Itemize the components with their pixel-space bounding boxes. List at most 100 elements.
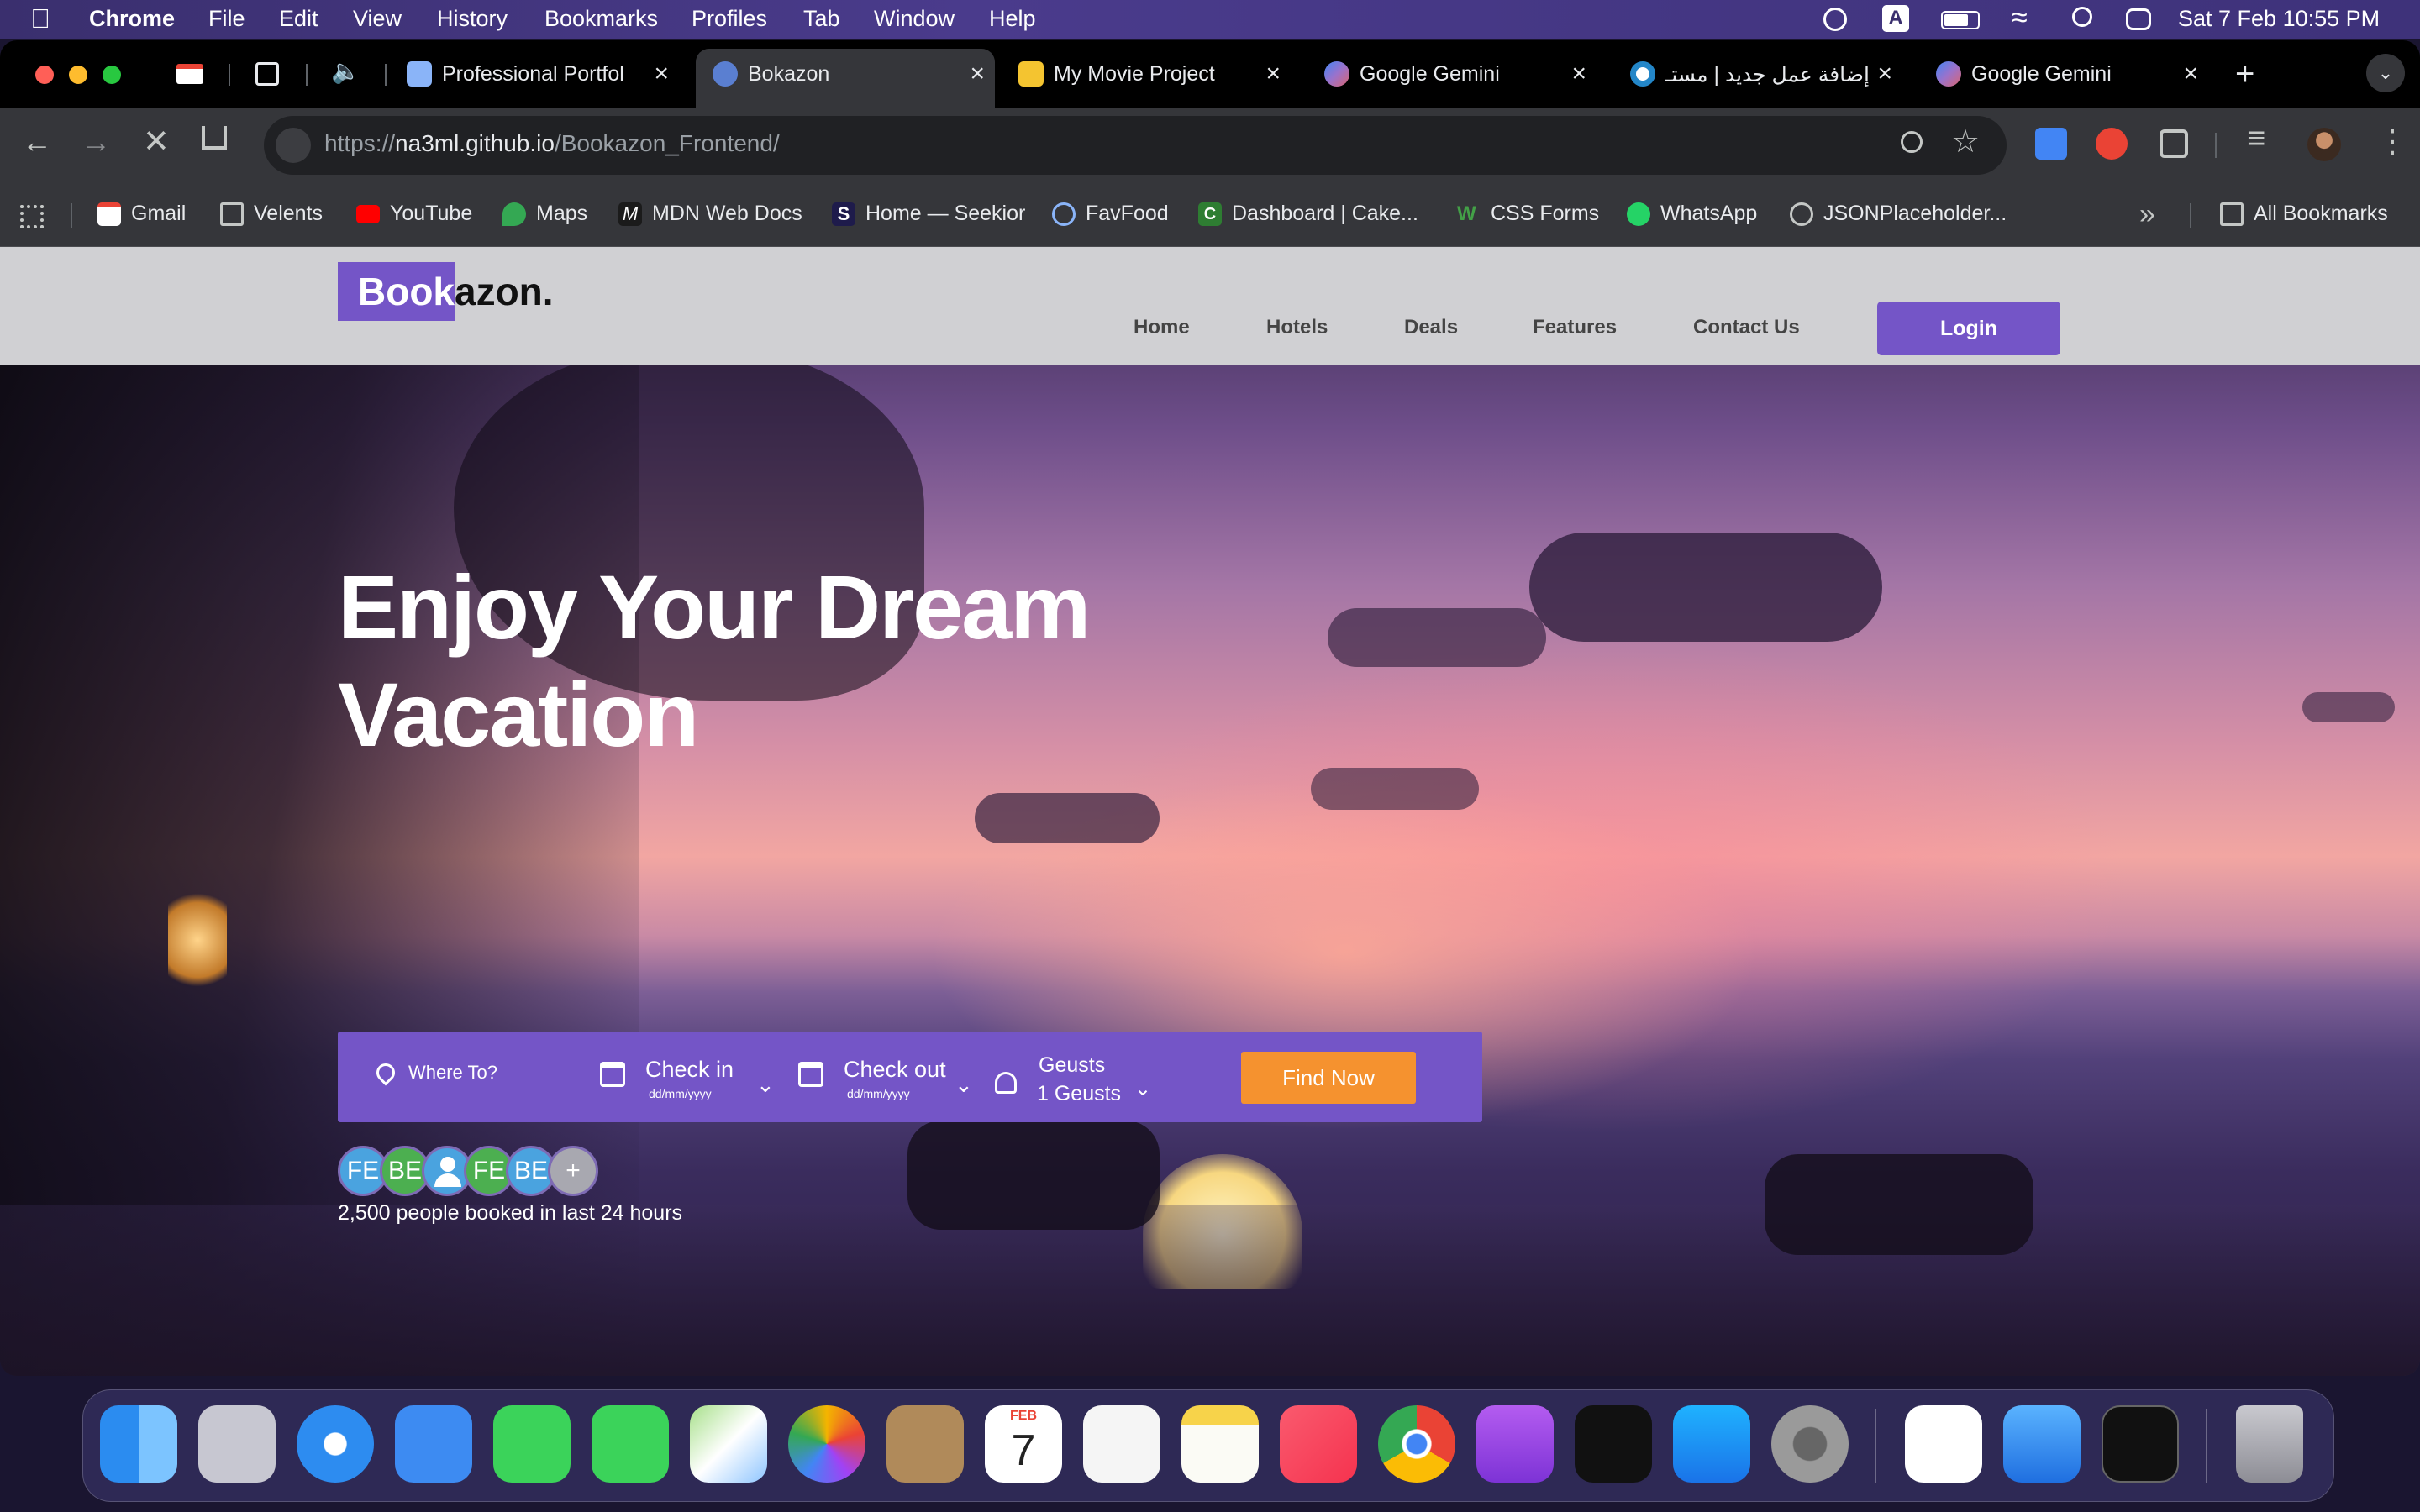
tab-my-movie-project[interactable]: My Movie Project × bbox=[1002, 49, 1291, 99]
app-store-icon[interactable] bbox=[1673, 1405, 1750, 1483]
menu-profiles[interactable]: Profiles bbox=[692, 6, 767, 32]
podcasts-icon[interactable] bbox=[1476, 1405, 1554, 1483]
find-now-button[interactable]: Find Now bbox=[1241, 1052, 1416, 1104]
tab-google-gemini-2[interactable]: Google Gemini × bbox=[1919, 49, 2208, 99]
contacts-icon[interactable] bbox=[886, 1405, 964, 1483]
bookmark-star-icon[interactable]: ☆ bbox=[1951, 123, 1980, 160]
apple-icon[interactable]:  bbox=[30, 3, 50, 34]
nav-features[interactable]: Features bbox=[1533, 316, 1617, 339]
address-bar[interactable]: https://na3ml.github.io/Bookazon_Fronten… bbox=[264, 116, 2007, 175]
back-arrow-icon[interactable]: ← bbox=[22, 124, 52, 160]
tab-close-icon[interactable]: × bbox=[1877, 60, 1892, 88]
forward-arrow-icon[interactable]: → bbox=[81, 124, 111, 160]
pinned-tab-contacts[interactable] bbox=[252, 59, 282, 89]
where-to-field[interactable]: Where To? bbox=[372, 1059, 587, 1094]
more-bookmarks-chevron-icon[interactable]: » bbox=[2139, 198, 2155, 231]
chrome-menu-icon[interactable]: ⋮ bbox=[2376, 123, 2408, 160]
nav-deals[interactable]: Deals bbox=[1404, 316, 1458, 339]
guests-field[interactable]: Geusts 1 Geusts ⌄ bbox=[995, 1053, 1163, 1107]
pinned-tab-audio[interactable]: 🔈 bbox=[331, 58, 361, 89]
control-center-icon[interactable] bbox=[2126, 8, 2151, 30]
media-controls-icon[interactable]: ≡ bbox=[2247, 121, 2265, 157]
tab-professional-portfolio[interactable]: Professional Portfol × bbox=[390, 49, 679, 99]
site-info-icon[interactable] bbox=[276, 128, 311, 163]
tab-search-button[interactable]: ⌄ bbox=[2366, 54, 2405, 92]
notes-icon[interactable] bbox=[1181, 1405, 1259, 1483]
bookmark-velents[interactable]: Velents bbox=[220, 202, 323, 227]
menu-bookmarks[interactable]: Bookmarks bbox=[544, 6, 658, 32]
system-settings-icon[interactable] bbox=[1771, 1405, 1849, 1483]
zoom-icon[interactable] bbox=[1901, 131, 1923, 153]
profile-avatar[interactable] bbox=[2307, 128, 2341, 161]
wifi-icon[interactable]: ≈ bbox=[2012, 2, 2028, 34]
menu-window[interactable]: Window bbox=[874, 6, 955, 32]
extension-c-icon[interactable] bbox=[2096, 128, 2128, 160]
finder-icon[interactable] bbox=[100, 1405, 177, 1483]
facetime-icon[interactable] bbox=[493, 1405, 571, 1483]
launchpad-icon[interactable] bbox=[198, 1405, 276, 1483]
battery-icon[interactable] bbox=[1941, 11, 1980, 29]
nav-hotels[interactable]: Hotels bbox=[1266, 316, 1328, 339]
check-out-field[interactable]: Check out dd/mm/yyyy ⌄ bbox=[798, 1057, 983, 1104]
tab-close-icon[interactable]: × bbox=[2183, 60, 2198, 88]
bookmark-maps[interactable]: Maps bbox=[502, 202, 587, 227]
bookmark-whatsapp[interactable]: WhatsApp bbox=[1627, 202, 1757, 227]
tab-close-icon[interactable]: × bbox=[970, 60, 985, 88]
window-zoom-button[interactable] bbox=[103, 66, 121, 84]
menu-edit[interactable]: Edit bbox=[279, 6, 318, 32]
bookmark-favfood[interactable]: FavFood bbox=[1052, 202, 1169, 227]
bookmark-youtube[interactable]: YouTube bbox=[356, 202, 472, 226]
menu-datetime[interactable]: Sat 7 Feb 10:55 PM bbox=[2178, 6, 2380, 32]
input-source-icon[interactable]: A bbox=[1882, 5, 1909, 32]
google-translate-icon[interactable] bbox=[2035, 128, 2067, 160]
login-button[interactable]: Login bbox=[1877, 302, 2060, 355]
mail-icon[interactable] bbox=[395, 1405, 472, 1483]
menu-view[interactable]: View bbox=[353, 6, 402, 32]
maps-icon[interactable] bbox=[690, 1405, 767, 1483]
tab-close-icon[interactable]: × bbox=[1265, 60, 1281, 88]
trash-icon[interactable] bbox=[2236, 1405, 2303, 1483]
site-logo[interactable]: Bookazon. bbox=[338, 262, 554, 324]
menu-tab[interactable]: Tab bbox=[803, 6, 840, 32]
menu-file[interactable]: File bbox=[208, 6, 245, 32]
vscode-icon[interactable] bbox=[1905, 1405, 1982, 1483]
extensions-puzzle-icon[interactable] bbox=[2160, 129, 2188, 158]
all-bookmarks[interactable]: All Bookmarks bbox=[2220, 202, 2388, 227]
home-icon[interactable] bbox=[202, 126, 227, 150]
tab-close-icon[interactable]: × bbox=[1571, 60, 1586, 88]
tab-close-icon[interactable]: × bbox=[654, 60, 669, 88]
avatar-more[interactable]: + bbox=[548, 1146, 598, 1196]
apps-grid-icon[interactable] bbox=[20, 205, 44, 228]
new-tab-button[interactable]: + bbox=[2235, 55, 2254, 93]
nav-contact-us[interactable]: Contact Us bbox=[1693, 316, 1800, 339]
tab-mostaql-add-work[interactable]: إضافة عمل جديد | مستـ × bbox=[1613, 49, 1902, 99]
apple-tv-icon[interactable] bbox=[1575, 1405, 1652, 1483]
chrome-icon[interactable] bbox=[1378, 1405, 1455, 1483]
photos-icon[interactable] bbox=[788, 1405, 865, 1483]
stop-loading-icon[interactable]: ✕ bbox=[143, 123, 170, 160]
check-in-field[interactable]: Check in dd/mm/yyyy ⌄ bbox=[600, 1057, 785, 1104]
menu-app-name[interactable]: Chrome bbox=[89, 6, 175, 32]
pinned-tab-gmail[interactable] bbox=[175, 59, 205, 89]
calendar-icon[interactable]: FEB 7 bbox=[985, 1405, 1062, 1483]
spotlight-search-icon[interactable] bbox=[2072, 7, 2092, 27]
bookmark-dashboard-cake[interactable]: C Dashboard | Cake... bbox=[1198, 202, 1418, 227]
menu-help[interactable]: Help bbox=[989, 6, 1036, 32]
safari-icon[interactable] bbox=[297, 1405, 374, 1483]
messages-icon[interactable] bbox=[592, 1405, 669, 1483]
url-text[interactable]: https://na3ml.github.io/Bookazon_Fronten… bbox=[324, 130, 780, 157]
bookmark-css-forms[interactable]: W CSS Forms bbox=[1457, 202, 1599, 226]
bookmark-seekior[interactable]: S Home — Seekior bbox=[832, 202, 1025, 227]
window-minimize-button[interactable] bbox=[69, 66, 87, 84]
nav-home[interactable]: Home bbox=[1134, 316, 1190, 339]
tab-bokazon[interactable]: Bokazon × bbox=[696, 49, 995, 108]
bookmark-jsonplaceholder[interactable]: JSONPlaceholder... bbox=[1790, 202, 2007, 227]
terminal-icon[interactable] bbox=[2102, 1405, 2179, 1483]
screen-record-icon[interactable] bbox=[1823, 8, 1847, 31]
reminders-icon[interactable] bbox=[1083, 1405, 1160, 1483]
tab-google-gemini[interactable]: Google Gemini × bbox=[1307, 49, 1597, 99]
menu-history[interactable]: History bbox=[437, 6, 508, 32]
window-close-button[interactable] bbox=[35, 66, 54, 84]
xcode-icon[interactable] bbox=[2003, 1405, 2081, 1483]
music-icon[interactable] bbox=[1280, 1405, 1357, 1483]
